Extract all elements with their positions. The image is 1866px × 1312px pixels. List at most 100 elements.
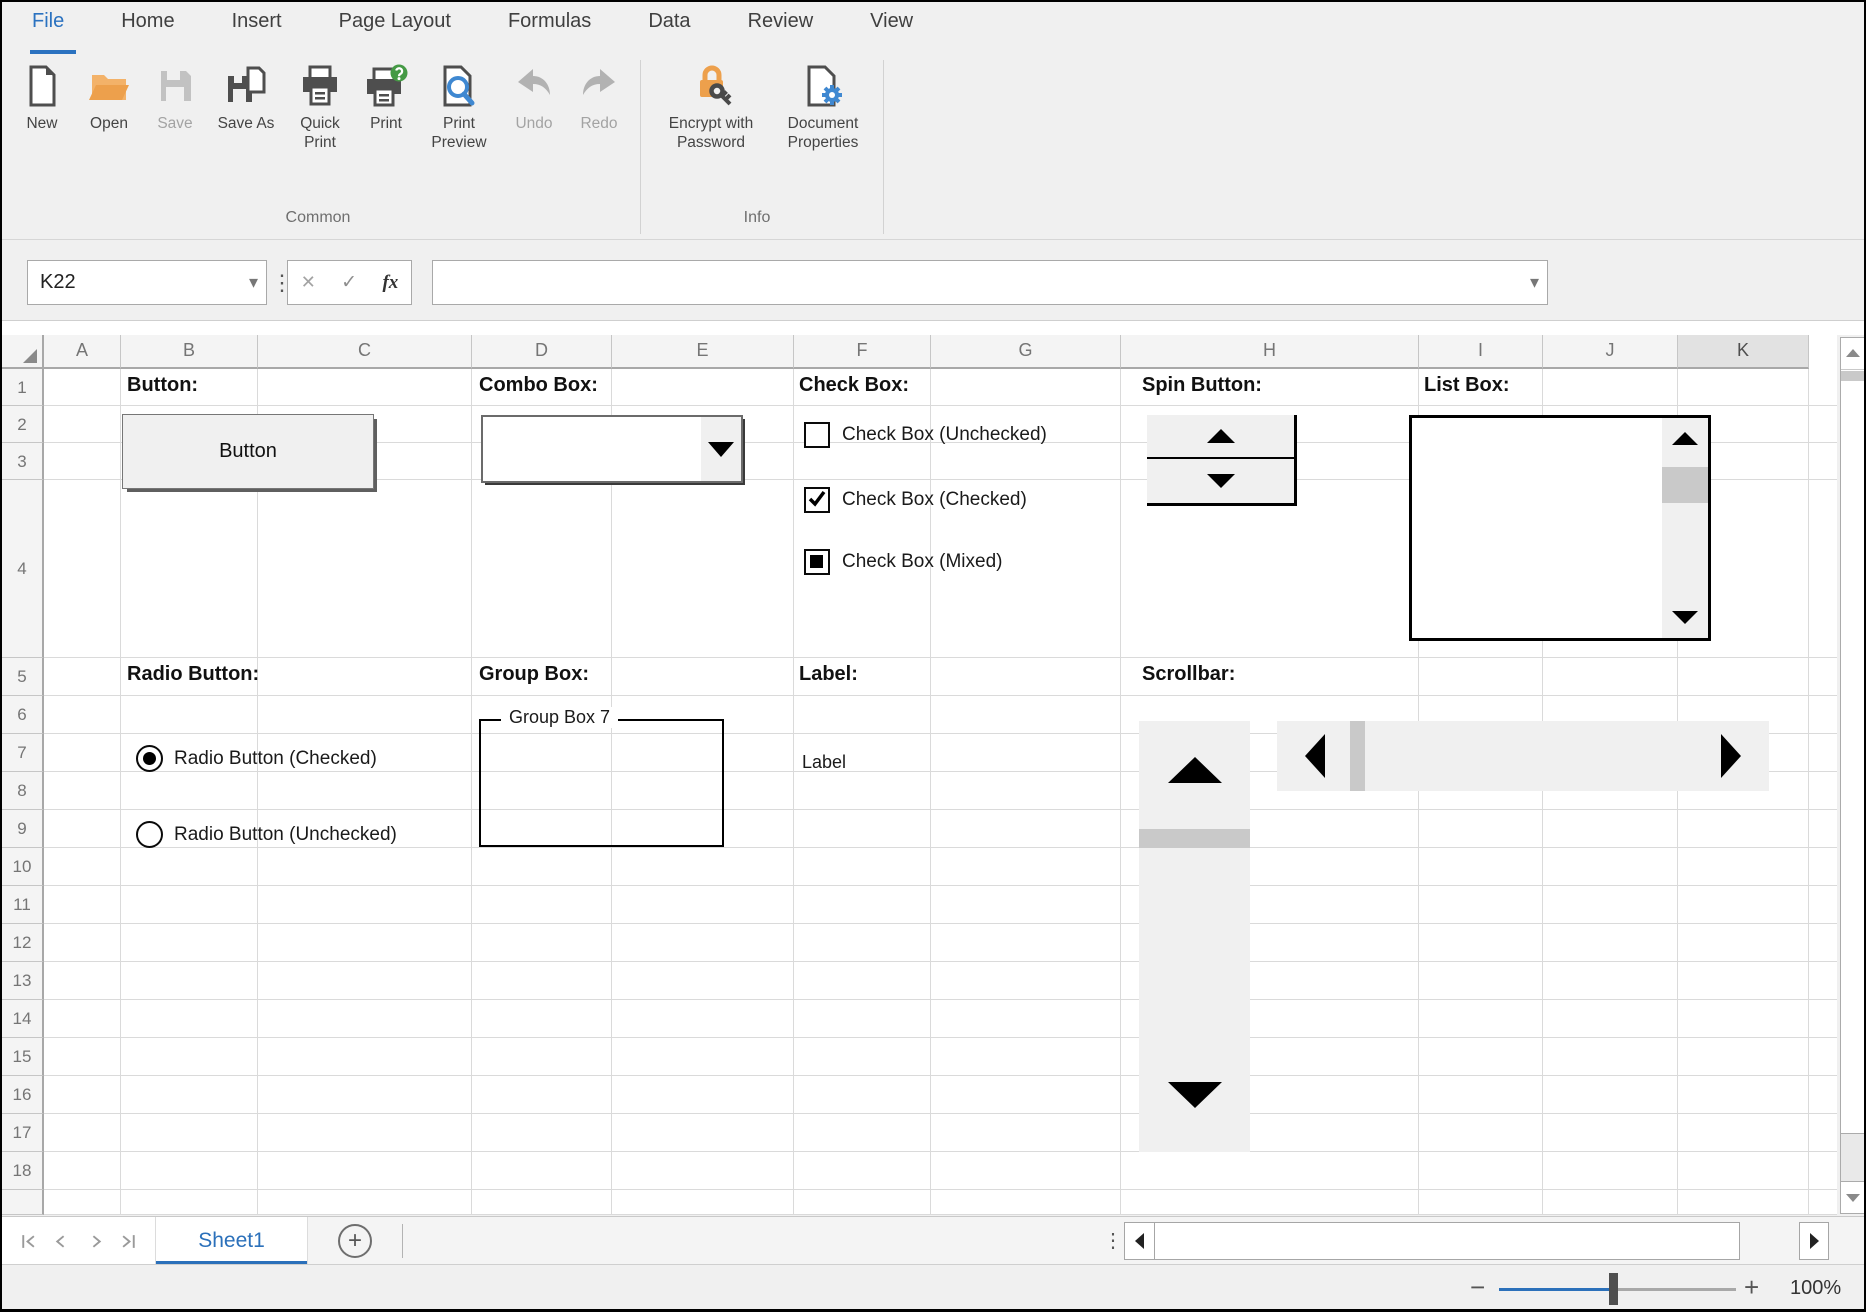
name-box-dropdown-icon[interactable]: ▾ [249, 261, 258, 304]
sheet-nav-buttons [2, 1217, 156, 1265]
scroll-down-button[interactable] [1841, 1181, 1865, 1213]
column-header-A[interactable]: A [44, 335, 121, 369]
zoom-slider-thumb[interactable] [1609, 1273, 1618, 1305]
sheet-vertical-scrollbar[interactable] [1840, 337, 1866, 1214]
scroll-up-button[interactable] [1841, 338, 1865, 370]
triangle-up-icon[interactable] [1672, 432, 1698, 445]
scroll-left-button[interactable] [1125, 1223, 1155, 1259]
quick-print-button[interactable]: Quick Print [286, 60, 354, 152]
triangle-down-icon[interactable] [1672, 611, 1698, 624]
button-control[interactable]: Button [122, 414, 374, 489]
combo-box-control[interactable] [481, 415, 743, 483]
horizontal-scrollbar-control[interactable] [1277, 721, 1769, 791]
row-header-13[interactable]: 13 [2, 962, 44, 1000]
row-header-18[interactable]: 18 [2, 1152, 44, 1190]
row-header-partial[interactable] [2, 1190, 44, 1215]
row-header-10[interactable]: 10 [2, 848, 44, 886]
prev-sheet-icon[interactable] [53, 1233, 70, 1250]
row-header-16[interactable]: 16 [2, 1076, 44, 1114]
gridline-horizontal [44, 1189, 1837, 1190]
spin-button-control[interactable] [1147, 415, 1297, 506]
radio-checked[interactable]: Radio Button (Checked) [136, 745, 377, 772]
tab-formulas[interactable]: Formulas [508, 10, 591, 33]
column-header-C[interactable]: C [258, 335, 472, 369]
row-header-5[interactable]: 5 [2, 658, 44, 696]
sheet-tab-sheet1[interactable]: Sheet1 [156, 1217, 308, 1265]
tab-home[interactable]: Home [121, 10, 174, 33]
list-box-scrollbar[interactable] [1662, 418, 1708, 638]
column-header-D[interactable]: D [472, 335, 612, 369]
row-header-6[interactable]: 6 [2, 696, 44, 734]
vertical-scrollbar-control[interactable] [1139, 721, 1250, 1152]
add-sheet-button[interactable]: + [338, 1224, 372, 1258]
tab-review[interactable]: Review [748, 10, 814, 33]
print-preview-button[interactable]: Print Preview [418, 60, 500, 152]
print-button[interactable]: Print [356, 60, 416, 133]
cell-label-scrollbar: Scrollbar: [1142, 663, 1235, 686]
tab-insert[interactable]: Insert [232, 10, 282, 33]
scrollbar-drag-handle-icon[interactable]: ⋮ [1103, 1217, 1123, 1265]
encrypt-with-password-button[interactable]: Encrypt with Password [651, 60, 771, 152]
triangle-left-icon[interactable] [1305, 734, 1325, 778]
triangle-up-icon[interactable] [1168, 757, 1222, 783]
name-box[interactable]: K22 ▾ [27, 260, 267, 305]
column-header-K[interactable]: K [1678, 335, 1809, 369]
column-header-F[interactable]: F [794, 335, 931, 369]
first-sheet-icon[interactable] [19, 1233, 36, 1250]
document-properties-button[interactable]: Document Properties [773, 60, 873, 152]
tab-page-layout[interactable]: Page Layout [339, 10, 451, 33]
row-header-7[interactable]: 7 [2, 734, 44, 772]
row-header-4[interactable]: 4 [2, 480, 44, 658]
row-header-17[interactable]: 17 [2, 1114, 44, 1152]
sheet-horizontal-scrollbar[interactable] [1124, 1222, 1740, 1260]
column-header-I[interactable]: I [1419, 335, 1543, 369]
combo-dropdown-button[interactable] [701, 417, 741, 481]
scroll-right-button[interactable] [1799, 1222, 1829, 1260]
tab-file[interactable]: File [32, 10, 64, 33]
row-header-14[interactable]: 14 [2, 1000, 44, 1038]
formula-input[interactable]: ▾ [432, 260, 1548, 305]
row-header-11[interactable]: 11 [2, 886, 44, 924]
insert-function-icon[interactable]: fx [382, 272, 398, 294]
triangle-right-icon[interactable] [1721, 734, 1741, 778]
zoom-slider-track[interactable] [1618, 1288, 1736, 1291]
next-sheet-icon[interactable] [87, 1233, 104, 1250]
open-button[interactable]: Open [76, 60, 142, 133]
column-header-J[interactable]: J [1543, 335, 1678, 369]
scrollbar-track[interactable] [1841, 1133, 1865, 1181]
last-sheet-icon[interactable] [121, 1233, 138, 1250]
confirm-icon[interactable]: ✓ [341, 271, 357, 294]
column-header-B[interactable]: B [121, 335, 258, 369]
tab-view[interactable]: View [870, 10, 913, 33]
new-button[interactable]: New [10, 60, 74, 133]
spin-up-button[interactable] [1147, 415, 1294, 459]
radio-unchecked[interactable]: Radio Button (Unchecked) [136, 821, 397, 848]
row-header-2[interactable]: 2 [2, 406, 44, 443]
row-header-8[interactable]: 8 [2, 772, 44, 810]
row-header-9[interactable]: 9 [2, 810, 44, 848]
zoom-out-button[interactable]: − [1470, 1265, 1485, 1312]
scrollbar-thumb[interactable] [1350, 721, 1365, 791]
cancel-icon[interactable]: ✕ [301, 272, 316, 293]
row-header-3[interactable]: 3 [2, 443, 44, 480]
row-header-1[interactable]: 1 [2, 369, 44, 406]
spin-down-button[interactable] [1147, 459, 1294, 503]
row-header-12[interactable]: 12 [2, 924, 44, 962]
tab-data[interactable]: Data [648, 10, 690, 33]
column-header-H[interactable]: H [1121, 335, 1419, 369]
zoom-slider-track-filled[interactable] [1499, 1288, 1611, 1291]
column-header-E[interactable]: E [612, 335, 794, 369]
checkbox-unchecked[interactable]: Check Box (Unchecked) [804, 422, 1047, 448]
select-all-button[interactable] [2, 335, 44, 369]
scrollbar-thumb[interactable] [1662, 467, 1708, 503]
triangle-down-icon[interactable] [1168, 1082, 1222, 1108]
list-box-control[interactable] [1409, 415, 1711, 641]
save-as-button[interactable]: Save As [208, 60, 284, 133]
row-header-15[interactable]: 15 [2, 1038, 44, 1076]
zoom-in-button[interactable]: + [1744, 1265, 1759, 1312]
column-header-G[interactable]: G [931, 335, 1121, 369]
formula-input-dropdown-icon[interactable]: ▾ [1530, 261, 1539, 304]
checkbox-mixed[interactable]: Check Box (Mixed) [804, 549, 1003, 575]
checkbox-checked[interactable]: Check Box (Checked) [804, 487, 1027, 513]
scrollbar-thumb[interactable] [1139, 829, 1250, 848]
